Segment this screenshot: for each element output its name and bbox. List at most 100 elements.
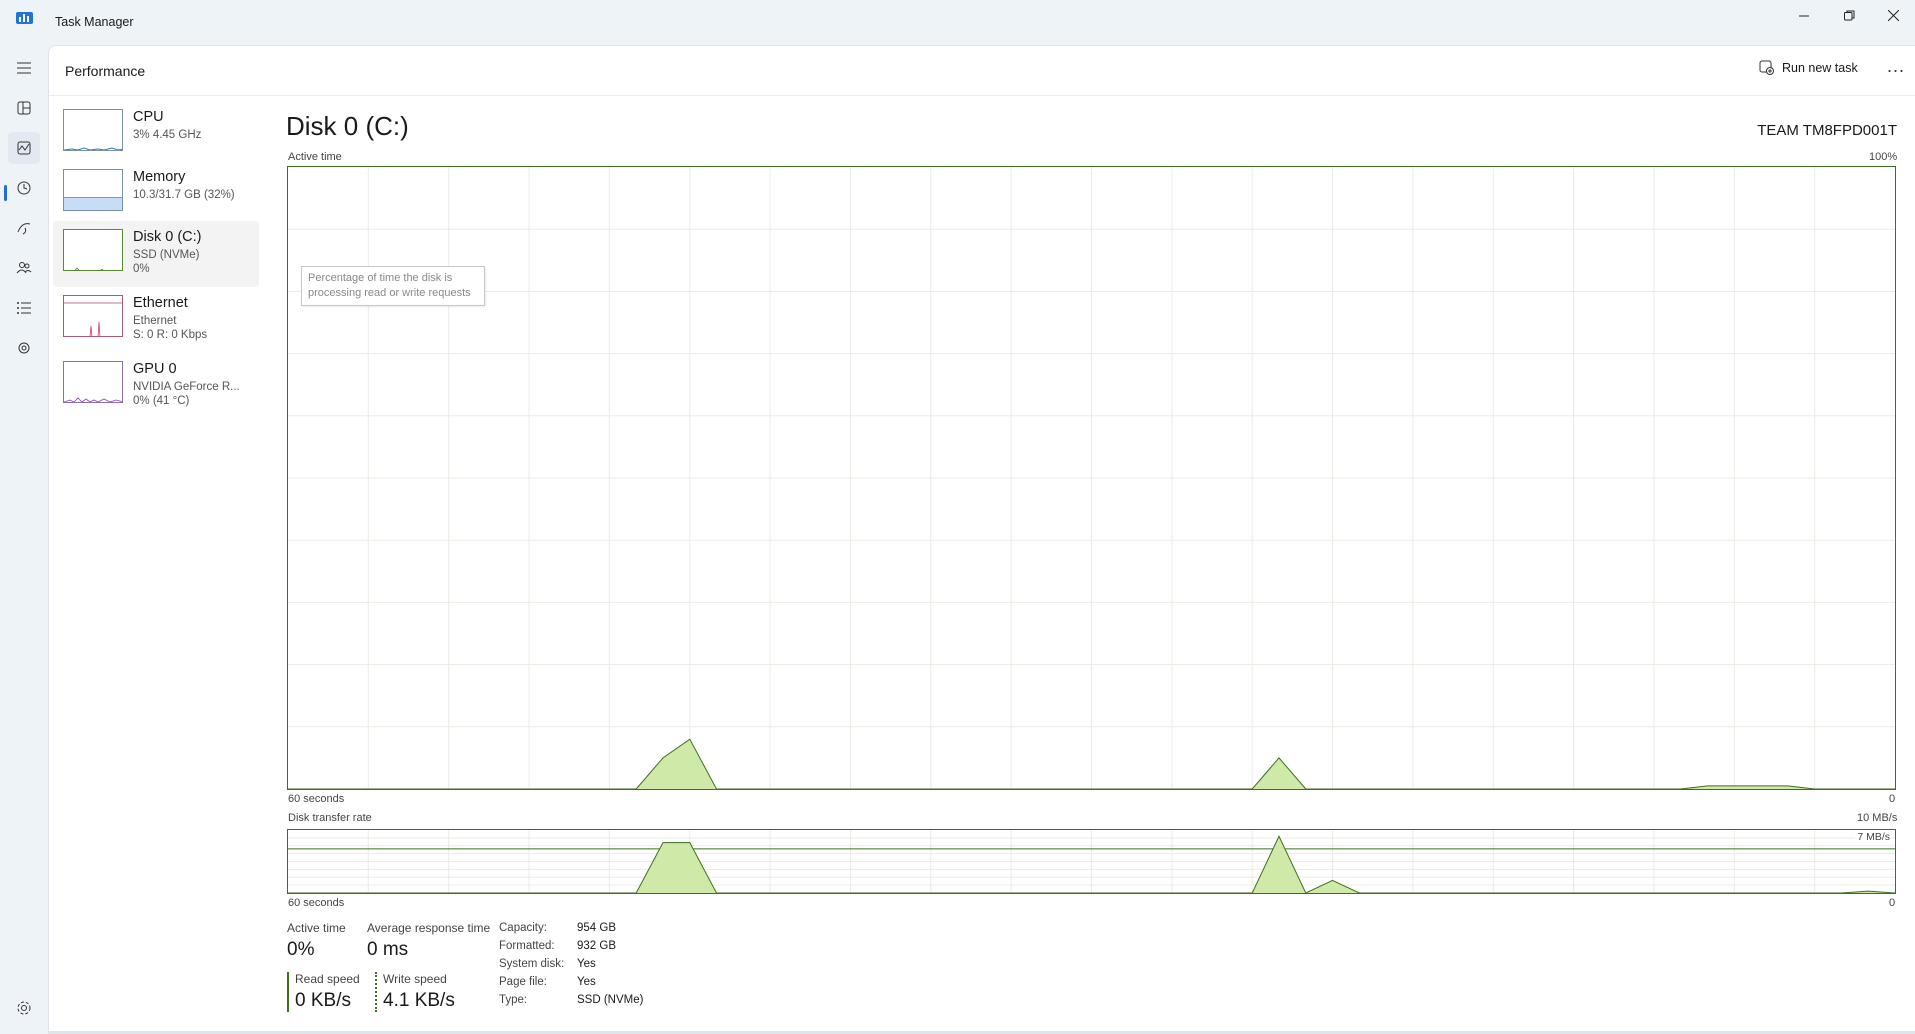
- device-item-ethernet[interactable]: Ethernet Ethernet S: 0 R: 0 Kbps: [53, 287, 259, 353]
- page-header: Performance Run new task ...: [49, 46, 1915, 96]
- nav-app-history-button[interactable]: [8, 172, 40, 204]
- device-usage: 0% (41 °C): [133, 395, 190, 407]
- task-manager-app-icon: [16, 12, 33, 24]
- read-speed-legend-bar: [287, 972, 289, 1012]
- run-task-icon: [1759, 60, 1774, 75]
- disk-thumbnail: [63, 229, 123, 271]
- transfer-rate-span-label: 60 seconds: [288, 897, 345, 909]
- hamburger-menu-button[interactable]: [8, 52, 40, 84]
- active-time-span-label: 60 seconds: [288, 793, 345, 805]
- users-icon: [16, 262, 32, 274]
- active-time-zero-label: 0: [1889, 793, 1896, 805]
- active-time-max-label: 100%: [1869, 151, 1898, 163]
- device-name: Memory: [133, 169, 186, 185]
- active-time-chart: [288, 167, 1895, 790]
- device-item-gpu-0[interactable]: GPU 0 NVIDIA GeForce R... 0% (41 °C): [53, 353, 259, 419]
- device-name: Ethernet: [133, 295, 188, 311]
- window-title: Task Manager: [55, 15, 134, 29]
- property-value: 932 GB: [577, 940, 616, 952]
- main-content: Performance Run new task ... CPU 3% 4.45…: [48, 45, 1915, 1031]
- property-row: Page file: Yes: [499, 973, 643, 991]
- nav-startup-apps-button[interactable]: [8, 212, 40, 244]
- property-value: Yes: [577, 976, 596, 988]
- restore-button[interactable]: [1826, 0, 1872, 30]
- device-detail: Ethernet: [133, 315, 177, 327]
- ethernet-thumbnail: [63, 295, 123, 337]
- read-speed-value: 0 KB/s: [295, 990, 351, 1011]
- cpu-thumbnail: [63, 109, 123, 151]
- property-key: Formatted:: [499, 940, 555, 952]
- gear-icon: [17, 1001, 31, 1015]
- disk-model: TEAM TM8FPD001T: [1757, 122, 1897, 139]
- device-item-memory[interactable]: Memory 10.3/31.7 GB (32%): [53, 161, 259, 227]
- disk-properties: Capacity: 954 GB Formatted: 932 GB System …: [499, 919, 643, 1009]
- device-usage: S: 0 R: 0 Kbps: [133, 329, 208, 341]
- property-key: Capacity:: [499, 922, 547, 934]
- device-detail: 3% 4.45 GHz: [133, 129, 202, 141]
- run-new-task-button[interactable]: Run new task: [1759, 60, 1858, 75]
- nav-performance-button[interactable]: [8, 132, 40, 164]
- device-item-disk-0[interactable]: Disk 0 (C:) SSD (NVMe) 0%: [53, 221, 259, 287]
- write-speed-label: Write speed: [383, 972, 447, 986]
- avg-response-stat-value: 0 ms: [367, 939, 409, 960]
- device-detail: 10.3/31.7 GB (32%): [133, 189, 235, 201]
- startup-icon: [17, 223, 31, 235]
- hamburger-icon: [17, 62, 31, 74]
- property-row: Formatted: 932 GB: [499, 937, 643, 955]
- close-icon: [1887, 9, 1899, 21]
- transfer-rate-chart: [288, 830, 1896, 894]
- navigation-rail: [0, 45, 48, 1034]
- active-time-stat-value: 0%: [287, 939, 315, 960]
- device-item-cpu[interactable]: CPU 3% 4.45 GHz: [53, 101, 259, 167]
- read-speed-label: Read speed: [295, 972, 360, 986]
- history-icon: [17, 181, 31, 195]
- property-value: SSD (NVMe): [577, 994, 644, 1006]
- minimize-button[interactable]: [1781, 0, 1827, 30]
- disk-title: Disk 0 (C:): [286, 111, 409, 141]
- run-new-task-label: Run new task: [1782, 60, 1858, 75]
- memory-thumbnail: [63, 169, 123, 211]
- graph-tooltip: Percentage of time the disk is processin…: [301, 266, 485, 306]
- avg-response-stat-label: Average response time: [367, 921, 491, 935]
- write-speed-legend-bar: [375, 972, 377, 1012]
- property-value: 954 GB: [577, 922, 616, 934]
- page-title: Performance: [65, 63, 146, 79]
- property-key: Type:: [499, 994, 528, 1006]
- transfer-rate-graph-label: Disk transfer rate: [288, 812, 372, 824]
- nav-active-indicator: [4, 185, 7, 201]
- restore-icon: [1843, 10, 1854, 20]
- property-row: Type: SSD (NVMe): [499, 991, 643, 1009]
- property-value: Yes: [577, 958, 596, 970]
- property-key: System disk:: [499, 958, 565, 970]
- title-bar: Task Manager: [0, 0, 1915, 45]
- processes-icon: [17, 101, 31, 115]
- transfer-rate-graph: 7 MB/s: [287, 829, 1896, 894]
- device-usage: 0%: [133, 263, 150, 275]
- transfer-rate-max-label: 10 MB/s: [1857, 812, 1898, 824]
- device-detail: NVIDIA GeForce R...: [133, 381, 240, 393]
- more-options-button[interactable]: ...: [1887, 56, 1905, 77]
- gpu-thumbnail: [63, 361, 123, 403]
- minimize-icon: [1798, 15, 1809, 16]
- nav-details-button[interactable]: [8, 292, 40, 324]
- nav-users-button[interactable]: [8, 252, 40, 284]
- property-key: Page file:: [499, 976, 547, 988]
- services-icon: [18, 342, 30, 354]
- transfer-rate-zero-label: 0: [1889, 897, 1896, 909]
- active-time-graph: [287, 166, 1896, 790]
- performance-icon: [17, 141, 31, 155]
- write-speed-value: 4.1 KB/s: [383, 990, 455, 1011]
- close-button[interactable]: [1870, 0, 1915, 30]
- details-list-icon: [17, 302, 31, 314]
- settings-button[interactable]: [8, 992, 40, 1024]
- device-name: Disk 0 (C:): [133, 229, 202, 245]
- property-row: System disk: Yes: [499, 955, 643, 973]
- nav-processes-button[interactable]: [8, 92, 40, 124]
- transfer-rate-marker-label: 7 MB/s: [1855, 831, 1892, 843]
- nav-services-button[interactable]: [8, 332, 40, 364]
- device-name: CPU: [133, 109, 164, 125]
- property-row: Capacity: 954 GB: [499, 919, 643, 937]
- device-name: GPU 0: [133, 361, 177, 377]
- active-time-stat-label: Active time: [287, 921, 346, 935]
- active-time-graph-label: Active time: [288, 151, 342, 163]
